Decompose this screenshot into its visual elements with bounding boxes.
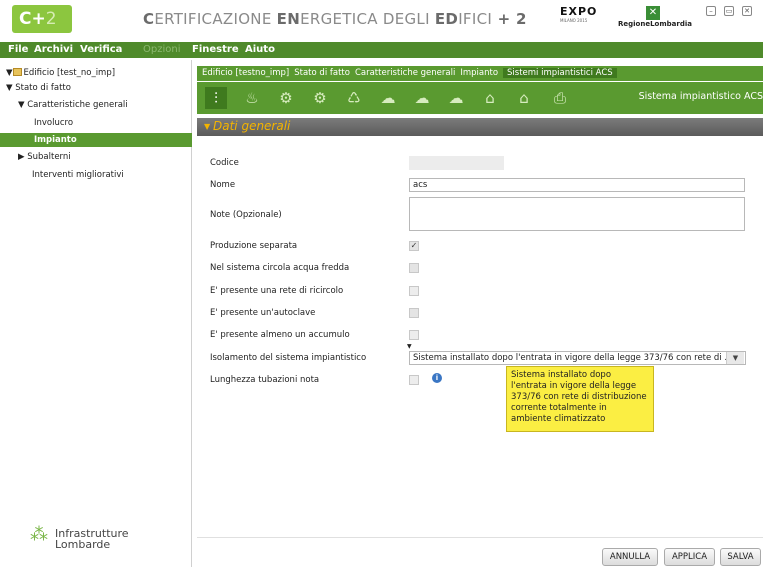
codice-label: Codice xyxy=(210,158,239,168)
section-toolbar: ⫶ ♨ ⚙ ⚙ ♺ ☁ ☁ ☁ ⌂ ⌂ ⎙ Sistema impiantist… xyxy=(197,82,763,114)
breadcrumb-item-caratteristiche[interactable]: Caratteristiche generali xyxy=(355,68,455,78)
regione-lombardia-logo: ✕ RegioneLombardia xyxy=(618,6,692,28)
isolamento-select[interactable]: Sistema installato dopo l'entrata in vig… xyxy=(409,351,746,365)
breadcrumb-item-stato[interactable]: Stato di fatto xyxy=(294,68,350,78)
rete-ricircolo-label: E' presente una rete di ricircolo xyxy=(210,286,344,296)
breadcrumb: Edificio [testno_imp] Stato di fatto Carat… xyxy=(197,66,763,81)
nome-label: Nome xyxy=(210,180,236,190)
section-title: Sistema impiantistico ACS xyxy=(638,91,763,102)
tree-item-subalterni[interactable]: ▶ Subalterni xyxy=(0,150,192,164)
panel-title: Dati generali xyxy=(213,119,291,133)
isolamento-tooltip: Sistema installato dopo l'entrata in vig… xyxy=(506,366,654,432)
infrastrutture-lombarde-logo: Infrastrutture Lombarde xyxy=(55,527,129,551)
minimize-icon[interactable]: – xyxy=(706,6,716,16)
footer-divider xyxy=(197,537,763,538)
note-field[interactable] xyxy=(409,197,745,231)
lunghezza-tubazioni-checkbox[interactable] xyxy=(409,375,419,385)
solar-icon[interactable]: ☁ xyxy=(445,87,467,109)
tree-item-interventi[interactable]: Interventi migliorativi xyxy=(0,168,192,182)
annulla-button[interactable]: ANNULLA xyxy=(602,548,658,566)
storage-icon[interactable]: ⚙ xyxy=(309,87,331,109)
menu-aiuto[interactable]: Aiuto xyxy=(245,44,275,55)
lunghezza-tubazioni-label: Lunghezza tubazioni nota xyxy=(210,375,320,385)
tree-item-involucro[interactable]: Involucro xyxy=(0,116,192,130)
accumulo-checkbox[interactable] xyxy=(409,330,419,340)
app-logo: C+2 xyxy=(12,5,72,33)
accumulo-label: E' presente almeno un accumulo xyxy=(210,330,350,340)
rete-ricircolo-checkbox[interactable] xyxy=(409,286,419,296)
lombardia-flag-icon: ✕ xyxy=(646,6,660,20)
panel-header[interactable]: ▼ Dati generali xyxy=(197,118,763,136)
menu-file[interactable]: File xyxy=(8,44,28,55)
menu-bar: File Archivi Verifica Opzioni Finestre A… xyxy=(0,42,763,58)
navigation-tree: ▼ Edificio [test_no_imp] ▼ Stato di fatto… xyxy=(0,60,192,567)
autoclave-checkbox[interactable] xyxy=(409,308,419,318)
breadcrumb-item-current: Sistemi impiantistici ACS xyxy=(503,68,617,78)
district-heating-icon[interactable]: ⌂ xyxy=(513,87,535,109)
menu-verifica[interactable]: Verifica xyxy=(80,44,122,55)
isolamento-label: Isolamento del sistema impiantistico xyxy=(210,353,367,363)
building-icon xyxy=(12,68,22,76)
collapse-icon[interactable]: ▼ xyxy=(204,122,210,131)
acqua-fredda-checkbox[interactable] xyxy=(409,263,419,273)
tree-item-caratteristiche-generali[interactable]: ▼ Caratteristiche generali xyxy=(0,98,192,112)
restore-icon[interactable]: ▭ xyxy=(724,6,734,16)
info-icon[interactable]: i xyxy=(432,373,442,383)
menu-finestre[interactable]: Finestre xyxy=(192,44,239,55)
menu-archivi[interactable]: Archivi xyxy=(34,44,73,55)
acs-system-icon[interactable]: ⫶ xyxy=(205,87,227,109)
codice-field xyxy=(409,156,504,170)
autoclave-label: E' presente un'autoclave xyxy=(210,308,316,318)
close-icon[interactable]: ✕ xyxy=(742,6,752,16)
tree-item-edificio[interactable]: ▼ Edificio [test_no_imp] xyxy=(0,66,192,80)
breadcrumb-item-edificio[interactable]: Edificio [testno_imp] xyxy=(202,68,289,78)
note-label: Note (Opzionale) xyxy=(210,210,282,220)
heat-pump-icon[interactable]: ☁ xyxy=(411,87,433,109)
applica-button[interactable]: APPLICA xyxy=(664,548,715,566)
cogeneration-icon[interactable]: ⌂ xyxy=(479,87,501,109)
produzione-separata-checkbox[interactable]: ✓ xyxy=(409,241,419,251)
export-icon[interactable]: ⎙ xyxy=(549,87,571,109)
menu-opzioni: Opzioni xyxy=(143,44,181,55)
app-title: CERTIFICAZIONE ENERGETICA DEGLI EDIFICI … xyxy=(143,10,527,28)
salva-button[interactable]: SALVA xyxy=(720,548,761,566)
acqua-fredda-label: Nel sistema circola acqua fredda xyxy=(210,263,350,273)
emission-icon[interactable]: ♨ xyxy=(241,87,263,109)
generator-icon[interactable]: ♺ xyxy=(343,87,365,109)
produzione-separata-label: Produzione separata xyxy=(210,241,298,251)
infrastrutture-logo-icon: ⁂ xyxy=(30,524,48,545)
nome-field[interactable]: acs xyxy=(409,178,745,192)
expo-logo: EXPO MILANO 2015 xyxy=(560,5,598,23)
boiler-icon[interactable]: ☁ xyxy=(377,87,399,109)
chevron-down-icon[interactable]: ▼ xyxy=(726,352,744,364)
mouse-cursor-icon: ▼ xyxy=(407,343,412,350)
tree-item-stato-di-fatto[interactable]: ▼ Stato di fatto xyxy=(0,81,192,95)
breadcrumb-item-impianto[interactable]: Impianto xyxy=(460,68,498,78)
distribution-icon[interactable]: ⚙ xyxy=(275,87,297,109)
tree-item-impianto[interactable]: Impianto xyxy=(0,133,192,147)
